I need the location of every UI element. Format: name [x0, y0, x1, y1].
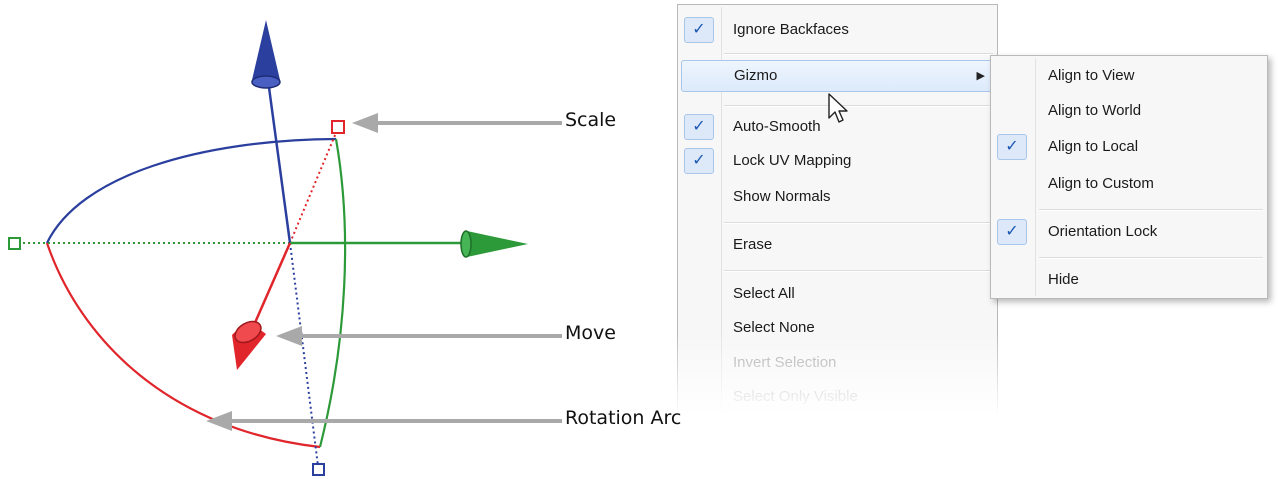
context-menu: ✓ Ignore Backfaces Gizmo ▶ ✓ Auto-Smooth… — [677, 4, 998, 424]
menu-item-label: Show Normals — [733, 188, 831, 205]
scale-handle-red[interactable] — [331, 120, 345, 134]
menu-item-ignore-backfaces[interactable]: ✓ Ignore Backfaces — [681, 14, 994, 46]
menu-item-label: Select Only Visible — [733, 388, 858, 405]
check-icon: ✓ — [684, 17, 714, 43]
menu-item-label: Select None — [733, 319, 815, 336]
submenu-item-align-to-view[interactable]: Align to View — [994, 60, 1264, 92]
move-handle-x[interactable] — [231, 317, 266, 370]
callout-label-rotation-arc: Rotation Arc — [565, 407, 682, 429]
callout-label-move: Move — [565, 322, 616, 344]
menu-separator — [724, 105, 993, 107]
menu-item-invert-selection: Invert Selection — [681, 347, 994, 379]
check-icon: ✓ — [684, 114, 714, 140]
rotation-arc-y — [318, 138, 347, 448]
menu-item-label: Align to Local — [1048, 138, 1139, 155]
gizmo-submenu: Align to View Align to World ✓ Align to … — [990, 55, 1268, 299]
menu-item-select-none[interactable]: Select None — [681, 312, 994, 344]
rotation-arc-z — [46, 137, 337, 244]
menu-item-label: Gizmo — [734, 67, 778, 84]
menu-item-label: Align to World — [1048, 102, 1142, 119]
move-handle-y[interactable] — [460, 230, 528, 258]
menu-item-lock-uv-mapping[interactable]: ✓ Lock UV Mapping — [681, 145, 994, 177]
menu-separator — [724, 270, 993, 272]
menu-item-select-all[interactable]: Select All — [681, 278, 994, 310]
menu-item-label: Align to Custom — [1048, 175, 1154, 192]
callout-arrow-move — [276, 326, 562, 346]
menu-item-label: Orientation Lock — [1048, 223, 1158, 240]
submenu-arrow-icon: ▶ — [976, 70, 985, 82]
menu-item-label: Align to View — [1048, 67, 1135, 84]
move-axis-z — [266, 79, 292, 244]
submenu-item-align-to-local[interactable]: ✓ Align to Local — [994, 131, 1264, 163]
callout-arrow-scale — [352, 113, 562, 133]
move-handle-z[interactable] — [251, 20, 281, 89]
submenu-item-align-to-world[interactable]: Align to World — [994, 95, 1264, 127]
menu-item-label: Invert Selection — [733, 354, 837, 371]
callout-label-scale: Scale — [565, 109, 617, 131]
submenu-item-orientation-lock[interactable]: ✓ Orientation Lock — [994, 216, 1264, 248]
submenu-item-align-to-custom[interactable]: Align to Custom — [994, 168, 1264, 200]
menu-item-label: Hide — [1048, 271, 1079, 288]
menu-item-show-normals[interactable]: Show Normals — [681, 181, 994, 213]
scale-handle-blue[interactable] — [312, 463, 325, 476]
menu-item-select-only-visible: Select Only Visible — [681, 381, 994, 413]
menu-separator — [724, 53, 993, 55]
rotation-arc-x — [45, 242, 321, 449]
menu-item-label: Ignore Backfaces — [733, 21, 849, 38]
mouse-pointer-icon — [828, 93, 848, 123]
check-icon: ✓ — [997, 219, 1027, 245]
menu-separator — [1039, 257, 1263, 259]
dotted-axis-blue — [289, 242, 319, 467]
menu-item-label: Auto-Smooth — [733, 118, 821, 135]
move-axis-x — [252, 242, 292, 326]
menu-separator — [724, 222, 993, 224]
callout-arrow-rotation — [206, 411, 562, 431]
menu-item-label: Select All — [733, 285, 795, 302]
menu-item-label: Lock UV Mapping — [733, 152, 852, 169]
check-icon: ✓ — [997, 134, 1027, 160]
menu-item-gizmo[interactable]: Gizmo ▶ — [681, 60, 994, 92]
scale-handle-green[interactable] — [8, 237, 21, 250]
submenu-item-hide[interactable]: Hide — [994, 264, 1264, 296]
dotted-axis-red — [289, 127, 339, 244]
menu-item-erase[interactable]: Erase — [681, 229, 994, 261]
check-icon: ✓ — [684, 148, 714, 174]
menu-item-label: Erase — [733, 236, 773, 253]
menu-separator — [1039, 209, 1263, 211]
